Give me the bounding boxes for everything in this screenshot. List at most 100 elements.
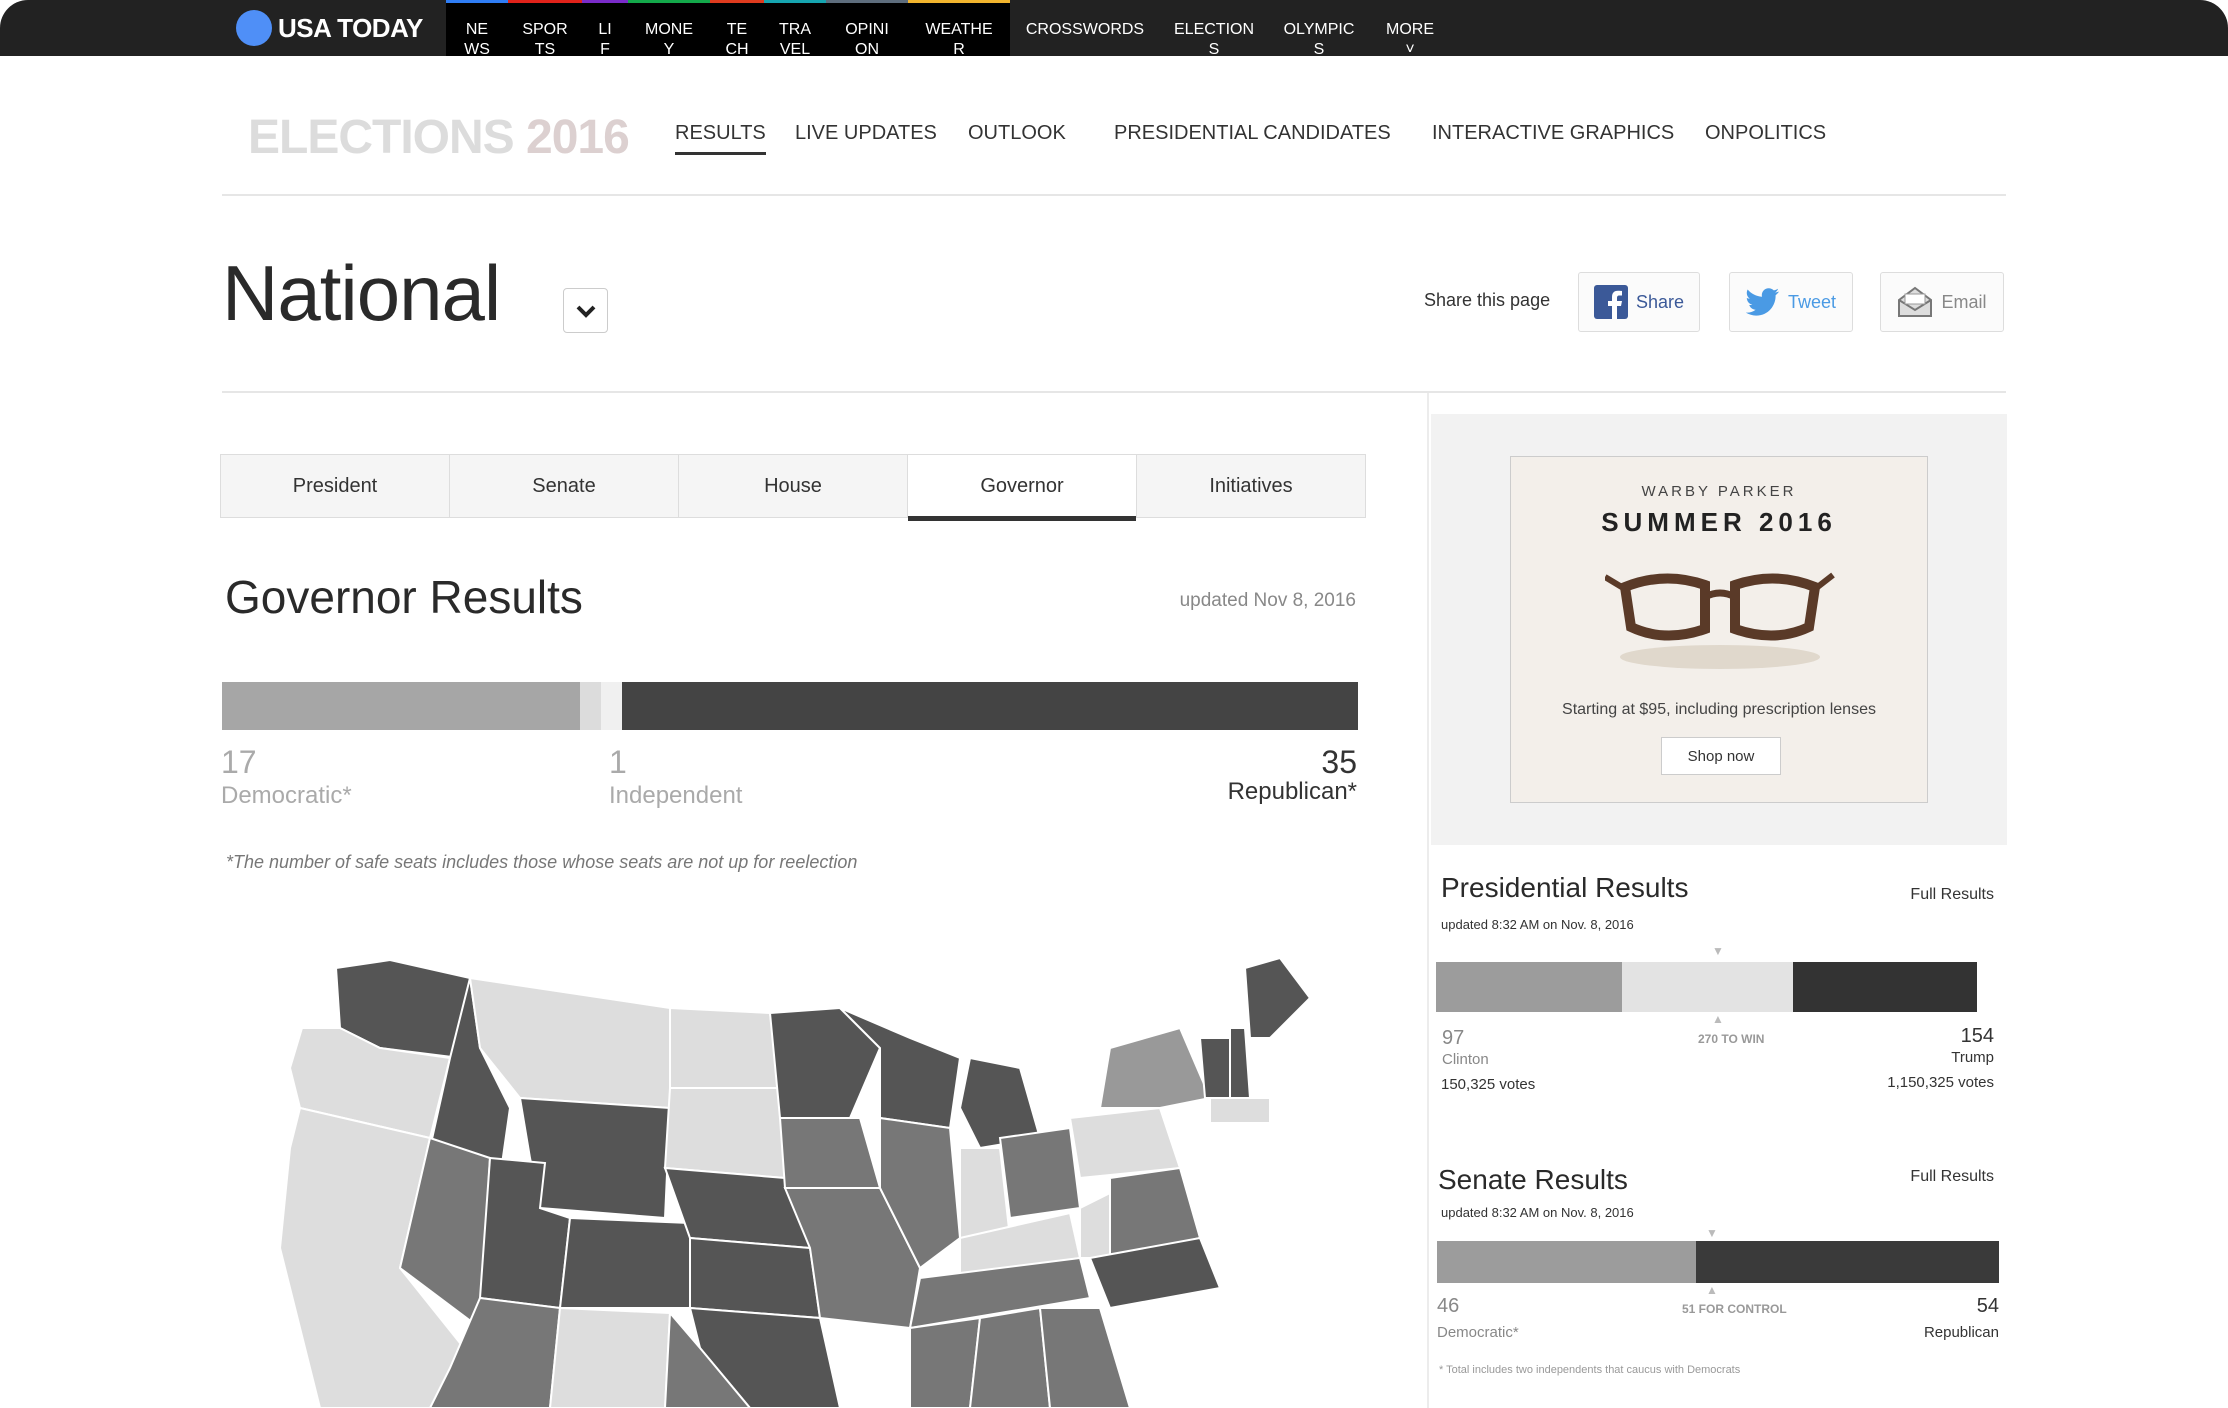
map-state-mississippi (909, 1316, 982, 1408)
presidential-clinton-votes: 150,325 votes (1441, 1076, 1536, 1093)
nav-item-label: SPORTS (522, 21, 568, 58)
nav-item-tech[interactable]: TECH (710, 0, 764, 58)
nav-items: NEWS SPORTS LIFE MONEY TECH TRAVEL OPINION WEAT… (446, 0, 1450, 78)
nav-item-label: CROSSWORDS (1025, 21, 1145, 38)
nav-item-sports[interactable]: SPORTS (508, 0, 582, 58)
map-state-alabama (968, 1306, 1052, 1408)
map-state-new-hampshire (1229, 1027, 1252, 1099)
nav-item-label: NEWS (464, 21, 490, 58)
subnav-presidential-candidates[interactable]: PRESIDENTIAL CANDIDATES (1114, 122, 1391, 145)
nav-item-elections[interactable]: ELECTIONS (1160, 0, 1268, 58)
shop-now-button[interactable]: Shop now (1661, 737, 1781, 775)
sidebar-divider (1427, 393, 1429, 1408)
nav-item-label: OLYMPICS (1283, 21, 1355, 58)
tab-governor[interactable]: Governor (908, 455, 1137, 521)
senate-control-label: 51 FOR CONTROL (1682, 1302, 1787, 1316)
governor-dem-label: Democratic* (221, 782, 352, 809)
facebook-share-label: Share (1635, 291, 1685, 312)
email-share-button[interactable]: Email (1880, 272, 2004, 332)
tab-house[interactable]: House (679, 455, 908, 517)
nav-item-travel[interactable]: TRAVEL (764, 0, 826, 58)
senate-rep-segment (1695, 1241, 1999, 1283)
tab-initiatives[interactable]: Initiatives (1137, 455, 1365, 517)
facebook-share-button[interactable]: Share (1578, 272, 1700, 332)
senate-rep-label: Republican (1923, 1324, 1999, 1341)
senate-full-results-link[interactable]: Full Results (1910, 1168, 1994, 1186)
elections-logo[interactable]: ELECTIONS 2016 (248, 110, 630, 165)
nav-color-stripe (582, 0, 628, 3)
presidential-results-title: Presidential Results (1441, 872, 1689, 903)
senate-seat-bar (1437, 1241, 1999, 1283)
presidential-clinton-name: Clinton (1442, 1051, 1489, 1068)
nav-item-label: ELECTIONS (1174, 21, 1255, 58)
presidential-trump-name: Trump (1951, 1049, 1994, 1066)
governor-updated: updated Nov 8, 2016 (1179, 590, 1356, 611)
nav-item-label: LIFE (598, 21, 612, 78)
twitter-tweet-label: Tweet (1787, 291, 1837, 312)
map-state-colorado (558, 1216, 691, 1309)
nav-item-money[interactable]: MONEY (628, 0, 710, 58)
twitter-tweet-button[interactable]: Tweet (1729, 272, 1853, 332)
presidential-updated: updated 8:32 AM on Nov. 8, 2016 (1441, 917, 1634, 932)
subnav-live-updates[interactable]: LIVE UPDATES (795, 122, 937, 145)
ad-text: Starting at $95, including prescription … (1562, 701, 1876, 718)
senate-marker-bottom-icon: ▲ (1706, 1283, 1718, 1297)
senate-dem-label: Democratic* (1437, 1324, 1519, 1341)
region-dropdown[interactable] (563, 288, 608, 333)
governor-rep-count: 35 (1321, 744, 1357, 780)
ad-brand: WARBY PARKER (1641, 483, 1797, 500)
senate-dem-count: 46 (1437, 1295, 1460, 1317)
presidential-clinton-count: 97 (1442, 1027, 1465, 1049)
share-label: Share this page (1424, 290, 1551, 310)
map-state-kansas (689, 1236, 822, 1320)
chevron-down-icon (576, 305, 595, 318)
nav-color-stripe (508, 0, 582, 3)
presidential-undecided-segment (1621, 962, 1793, 1012)
usa-today-logo[interactable]: USA TODAY (236, 10, 423, 46)
map-state-massachusetts (1209, 1097, 1271, 1124)
governor-rep-segment (621, 682, 1358, 730)
nav-item-crosswords[interactable]: CROSSWORDS (1010, 0, 1160, 56)
nav-item-label: WEATHER (925, 21, 993, 58)
nav-item-weather[interactable]: WEATHER (908, 0, 1010, 58)
nav-item-opinion[interactable]: OPINION (826, 0, 908, 58)
senate-footnote: * Total includes two independents that c… (1439, 1364, 1741, 1376)
nav-color-stripe (628, 0, 710, 3)
map-state-iowa (778, 1117, 882, 1189)
nav-color-stripe (710, 0, 764, 3)
glasses-image (1605, 572, 1835, 669)
map-state-vermont (1198, 1037, 1231, 1099)
logo-text: USA TODAY (278, 12, 423, 43)
governor-results-title: Governor Results (225, 571, 583, 623)
presidential-trump-count: 154 (1960, 1025, 1994, 1047)
map-state-pennsylvania (1068, 1106, 1182, 1180)
map-state-south-dakota (663, 1087, 787, 1180)
nav-item-label: OPINION (845, 21, 889, 58)
us-governor-map[interactable] (280, 948, 1340, 1408)
subnav-interactive-graphics[interactable]: INTERACTIVE GRAPHICS (1432, 122, 1674, 145)
tab-president[interactable]: President (221, 455, 450, 517)
senate-marker-top-icon: ▼ (1706, 1226, 1718, 1240)
nav-item-more[interactable]: MORE ˅ (1370, 0, 1450, 58)
governor-rep-label: Republican* (1227, 778, 1357, 805)
map-state-new-mexico (548, 1306, 672, 1408)
governor-dem-count: 17 (221, 744, 257, 780)
presidential-marker-top-icon: ▼ (1712, 944, 1724, 958)
subnav-onpolitics[interactable]: ONPOLITICS (1705, 122, 1826, 145)
presidential-full-results-link[interactable]: Full Results (1910, 886, 1994, 904)
tab-senate[interactable]: Senate (450, 455, 679, 517)
senate-rep-count: 54 (1976, 1295, 1999, 1317)
nav-item-life[interactable]: LIFE (582, 0, 628, 78)
subnav-results[interactable]: RESULTS (675, 122, 766, 155)
nav-item-news[interactable]: NEWS (446, 0, 508, 58)
governor-ind-segment (579, 682, 601, 730)
ad-title: SUMMER 2016 (1601, 507, 1837, 537)
governor-seat-bar (222, 682, 1358, 730)
warby-parker-ad[interactable]: WARBY PARKER SUMMER 2016 Starting at $95… (1510, 456, 1928, 803)
nav-color-stripe (826, 0, 908, 3)
map-state-maine (1243, 956, 1312, 1039)
elections-logo-year: 2016 (526, 111, 630, 164)
elections-subnav: ELECTIONS 2016 RESULTS LIVE UPDATES OUTL… (222, 100, 2006, 196)
nav-item-olympics[interactable]: OLYMPICS (1268, 0, 1370, 58)
subnav-outlook[interactable]: OUTLOOK (968, 122, 1066, 145)
